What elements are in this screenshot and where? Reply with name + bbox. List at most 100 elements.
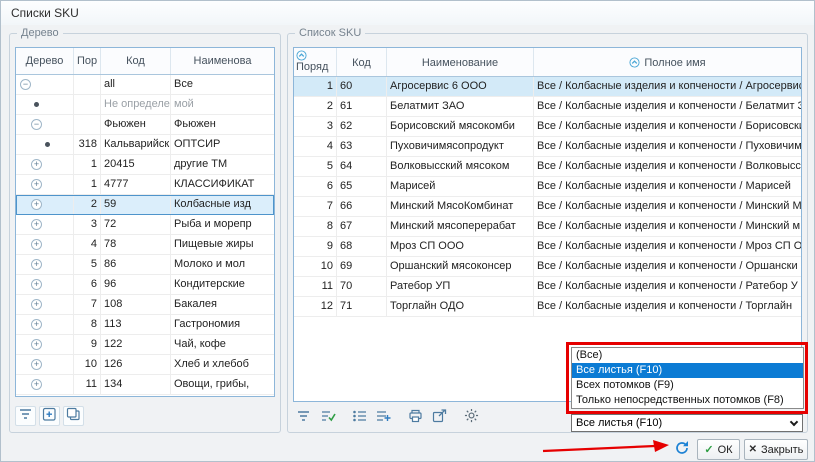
name-cell[interactable]: Кондитерские xyxy=(171,275,274,294)
code-cell[interactable]: 134 xyxy=(101,375,171,394)
order-cell[interactable]: 9 xyxy=(74,335,101,354)
col-header-order[interactable]: Пор xyxy=(74,48,101,74)
tree-expand-icon[interactable] xyxy=(31,279,42,290)
tree-cell[interactable] xyxy=(16,315,74,334)
full-name-cell[interactable]: Все / Колбасные изделия и копчености / М… xyxy=(534,217,801,236)
tree-row[interactable]: 8 113 Гастрономия xyxy=(16,315,274,335)
order-cell[interactable]: 10 xyxy=(74,355,101,374)
name-cell[interactable]: Гастрономия xyxy=(171,315,274,334)
name-cell[interactable]: Рыба и морепр xyxy=(171,215,274,234)
name-cell[interactable]: Ратебор УП xyxy=(387,277,534,296)
dropdown-option[interactable]: Все листья (F10) xyxy=(572,363,803,378)
code-cell[interactable]: all xyxy=(101,75,171,94)
close-button[interactable]: ✕ Закрыть xyxy=(744,439,808,460)
col-header-code[interactable]: Код xyxy=(101,48,171,74)
tree-expand-icon[interactable] xyxy=(31,219,42,230)
sku-row[interactable]: 9 68 Мроз СП ООО Все / Колбасные изделия… xyxy=(294,237,801,257)
sort-ascending-icon[interactable] xyxy=(629,57,640,68)
tree-expand-icon[interactable] xyxy=(31,339,42,350)
dropdown-option[interactable]: Всех потомков (F9) xyxy=(572,378,803,393)
tree-row[interactable]: 7 108 Бакалея xyxy=(16,295,274,315)
sort-ascending-icon[interactable] xyxy=(296,50,307,61)
order-cell[interactable]: 5 xyxy=(294,157,337,176)
col-header-full-name[interactable]: Полное имя xyxy=(534,48,801,76)
full-name-cell[interactable]: Все / Колбасные изделия и копчености / Б… xyxy=(534,97,801,116)
name-cell[interactable]: Агросервис 6 ООО xyxy=(387,77,534,96)
add-button[interactable] xyxy=(39,406,60,426)
order-cell[interactable]: 8 xyxy=(294,217,337,236)
tree-expand-icon[interactable] xyxy=(31,359,42,370)
code-cell[interactable]: 108 xyxy=(101,295,171,314)
name-cell[interactable]: КЛАССИФИКАТ xyxy=(171,175,274,194)
tree-expand-icon[interactable] xyxy=(31,199,42,210)
ok-button[interactable]: ✓ ОК xyxy=(697,439,740,460)
full-name-cell[interactable]: Все / Колбасные изделия и копчености / В… xyxy=(534,157,801,176)
refresh-button[interactable] xyxy=(671,441,692,459)
order-cell[interactable]: 9 xyxy=(294,237,337,256)
full-name-cell[interactable]: Все / Колбасные изделия и копчености / О… xyxy=(534,257,801,276)
tree-row[interactable]: 10 126 Хлеб и хлебоб xyxy=(16,355,274,375)
tree-cell[interactable] xyxy=(16,75,74,94)
tree-cell[interactable] xyxy=(16,295,74,314)
order-cell[interactable]: 6 xyxy=(294,177,337,196)
name-cell[interactable]: Все xyxy=(171,75,274,94)
sku-row[interactable]: 3 62 Борисовский мясокомби Все / Колбасн… xyxy=(294,117,801,137)
code-cell[interactable]: 72 xyxy=(101,215,171,234)
tree-expand-icon[interactable] xyxy=(31,119,42,130)
name-cell[interactable]: Борисовский мясокомби xyxy=(387,117,534,136)
code-cell[interactable]: 61 xyxy=(337,97,387,116)
code-cell[interactable]: 4777 xyxy=(101,175,171,194)
filter-check-button[interactable] xyxy=(317,408,338,428)
filter-button[interactable] xyxy=(15,406,36,426)
settings-button[interactable] xyxy=(461,408,482,428)
tree-row[interactable]: 9 122 Чай, кофе xyxy=(16,335,274,355)
full-name-cell[interactable]: Все / Колбасные изделия и копчености / Б… xyxy=(534,117,801,136)
order-cell[interactable]: 7 xyxy=(294,197,337,216)
code-cell[interactable]: Кальварийск xyxy=(101,135,171,154)
tree-cell[interactable] xyxy=(16,235,74,254)
order-cell[interactable]: 3 xyxy=(74,215,101,234)
code-cell[interactable]: 113 xyxy=(101,315,171,334)
order-cell[interactable]: 10 xyxy=(294,257,337,276)
code-cell[interactable]: 70 xyxy=(337,277,387,296)
tree-cell[interactable] xyxy=(16,115,74,134)
order-cell[interactable]: 3 xyxy=(294,117,337,136)
full-name-cell[interactable]: Все / Колбасные изделия и копчености / Р… xyxy=(534,277,801,296)
name-cell[interactable]: ОПТСИР xyxy=(171,135,274,154)
name-cell[interactable]: Пуховичимясопродукт xyxy=(387,137,534,156)
code-cell[interactable]: 86 xyxy=(101,255,171,274)
code-cell[interactable]: 68 xyxy=(337,237,387,256)
tree-cell[interactable] xyxy=(16,175,74,194)
tree-row[interactable]: Фьюжен Фьюжен xyxy=(16,115,274,135)
col-header-order[interactable]: Поряд xyxy=(294,48,337,76)
export-button[interactable] xyxy=(429,408,450,428)
tree-expand-icon[interactable] xyxy=(31,259,42,270)
code-cell[interactable]: 78 xyxy=(101,235,171,254)
name-cell[interactable]: Марисей xyxy=(387,177,534,196)
sku-row[interactable]: 5 64 Волковысский мясоком Все / Колбасны… xyxy=(294,157,801,177)
name-cell[interactable]: Минский мясоперерабат xyxy=(387,217,534,236)
code-cell[interactable]: 63 xyxy=(337,137,387,156)
code-cell[interactable]: 66 xyxy=(337,197,387,216)
tree-cell[interactable] xyxy=(16,335,74,354)
code-cell[interactable]: Не определе xyxy=(101,95,171,114)
full-name-cell[interactable]: Все / Колбасные изделия и копчености / П… xyxy=(534,137,801,156)
code-cell[interactable]: 60 xyxy=(337,77,387,96)
code-cell[interactable]: 67 xyxy=(337,217,387,236)
code-cell[interactable]: 20415 xyxy=(101,155,171,174)
code-cell[interactable]: 64 xyxy=(337,157,387,176)
order-cell[interactable] xyxy=(74,95,101,114)
tree-expand-icon[interactable] xyxy=(20,79,31,90)
tree-row[interactable]: 4 78 Пищевые жиры xyxy=(16,235,274,255)
tree-row[interactable]: 1 4777 КЛАССИФИКАТ xyxy=(16,175,274,195)
tree-row[interactable]: 11 134 Овощи, грибы, xyxy=(16,375,274,395)
tree-cell[interactable] xyxy=(16,275,74,294)
sku-row[interactable]: 2 61 Белатмит ЗАО Все / Колбасные издели… xyxy=(294,97,801,117)
sku-row[interactable]: 11 70 Ратебор УП Все / Колбасные изделия… xyxy=(294,277,801,297)
full-name-cell[interactable]: Все / Колбасные изделия и копчености / М… xyxy=(534,237,801,256)
name-cell[interactable]: Мроз СП ООО xyxy=(387,237,534,256)
sku-row[interactable]: 8 67 Минский мясоперерабат Все / Колбасн… xyxy=(294,217,801,237)
name-cell[interactable]: Минский МясоКомбинат xyxy=(387,197,534,216)
col-header-name[interactable]: Наименование xyxy=(387,48,534,76)
tree-row[interactable]: 6 96 Кондитерские xyxy=(16,275,274,295)
